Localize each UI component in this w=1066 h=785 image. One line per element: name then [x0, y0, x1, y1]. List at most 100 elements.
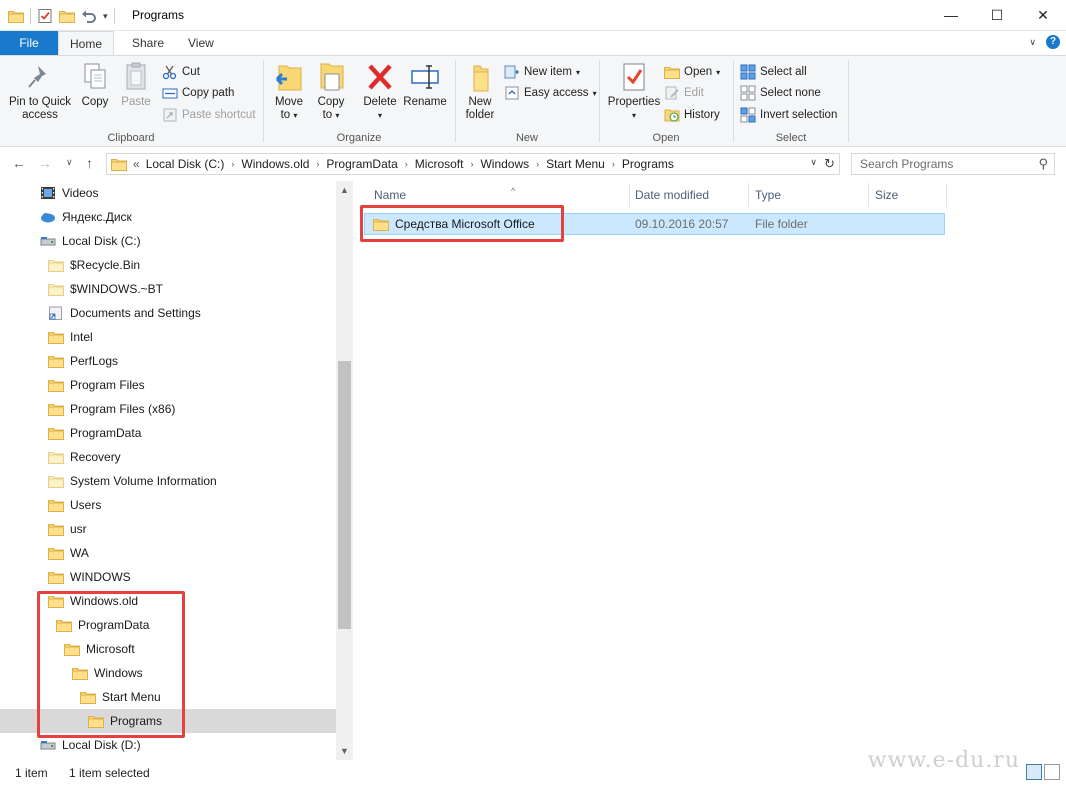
column-divider[interactable] — [629, 183, 630, 207]
breadcrumb-overflow[interactable]: « — [133, 157, 140, 171]
breadcrumb-windows-old[interactable]: Windows.old — [241, 157, 309, 171]
nav-tree-item[interactable]: Local Disk (D:) — [0, 733, 336, 757]
column-divider[interactable] — [946, 183, 947, 207]
address-dropdown-icon[interactable]: ∨ — [810, 157, 817, 168]
nav-tree-item[interactable]: usr — [0, 517, 336, 541]
nav-tree-item[interactable]: Microsoft — [0, 637, 336, 661]
scrollbar-thumb[interactable] — [338, 361, 351, 629]
new-item-label: New item — [524, 66, 572, 78]
new-folder-button[interactable]: New folder — [460, 60, 500, 122]
nav-tree-item[interactable]: Windows.old — [0, 589, 336, 613]
nav-tree-item[interactable]: System Volume Information — [0, 469, 336, 493]
breadcrumb-windows[interactable]: Windows — [480, 157, 529, 171]
help-icon[interactable]: ? — [1046, 35, 1060, 49]
nav-tree-item[interactable]: Videos — [0, 181, 336, 205]
nav-tree-item[interactable]: WA — [0, 541, 336, 565]
breadcrumb-programdata[interactable]: ProgramData — [326, 157, 397, 171]
search-box[interactable]: Search Programs ⚲ — [851, 153, 1055, 175]
chevron-right-icon[interactable]: › — [612, 159, 615, 169]
tab-file[interactable]: File — [0, 31, 58, 55]
easy-access-button[interactable]: Easy access ▾ — [504, 83, 597, 103]
nav-tree-label: System Volume Information — [70, 474, 217, 488]
history-button[interactable]: History — [664, 105, 720, 125]
paste-shortcut-button[interactable]: Paste shortcut — [162, 105, 256, 125]
select-all-button[interactable]: Select all — [740, 62, 807, 82]
nav-tree-item[interactable]: Users — [0, 493, 336, 517]
copy-path-button[interactable]: Copy path — [162, 83, 234, 103]
undo-icon[interactable] — [81, 8, 97, 24]
maximize-button[interactable]: ☐ — [974, 0, 1020, 30]
nav-tree-item[interactable]: Local Disk (C:) — [0, 229, 336, 253]
column-header-name[interactable]: ^ Name — [374, 181, 629, 207]
properties-icon[interactable] — [37, 8, 53, 24]
nav-tree-item[interactable]: Windows — [0, 661, 336, 685]
nav-tree-item[interactable]: Start Menu — [0, 685, 336, 709]
breadcrumb-microsoft[interactable]: Microsoft — [415, 157, 464, 171]
breadcrumb-local-disk[interactable]: Local Disk (C:) — [146, 157, 225, 171]
select-none-button[interactable]: Select none — [740, 83, 821, 103]
copy-to-button[interactable]: Copy to ▾ — [312, 60, 350, 122]
nav-tree-item[interactable]: $WINDOWS.~BT — [0, 277, 336, 301]
details-view-icon[interactable] — [1026, 764, 1042, 780]
nav-tree-item[interactable]: Recovery — [0, 445, 336, 469]
file-row[interactable]: Средства Microsoft Office 09.10.2016 20:… — [364, 213, 945, 235]
edit-button[interactable]: Edit — [664, 83, 704, 103]
new-folder-icon[interactable] — [59, 8, 75, 24]
nav-tree-item[interactable]: Яндекс.Диск — [0, 205, 336, 229]
breadcrumb-programs[interactable]: Programs — [622, 157, 674, 171]
nav-tree-item[interactable]: WINDOWS — [0, 565, 336, 589]
large-icons-view-icon[interactable] — [1044, 764, 1060, 780]
paste-shortcut-label: Paste shortcut — [182, 109, 256, 121]
properties-button[interactable]: Properties ▾ — [604, 60, 664, 122]
customize-toolbar-icon[interactable]: ▾ — [103, 11, 108, 22]
recent-locations-icon[interactable]: ∨ — [66, 157, 73, 168]
tab-home[interactable]: Home — [58, 31, 114, 56]
nav-tree-item[interactable]: Intel — [0, 325, 336, 349]
nav-tree-item[interactable]: Program Files — [0, 373, 336, 397]
scroll-down-icon[interactable]: ▼ — [336, 746, 353, 756]
new-item-button[interactable]: New item ▾ — [504, 62, 580, 82]
chevron-right-icon[interactable]: › — [405, 159, 408, 169]
tab-view[interactable]: View — [176, 31, 226, 55]
pin-label-line2: access — [22, 109, 58, 121]
expand-ribbon-icon[interactable]: ∨ — [1029, 37, 1036, 48]
scroll-up-icon[interactable]: ▲ — [336, 185, 353, 195]
column-header-type[interactable]: Type — [755, 181, 867, 207]
folder-icon — [56, 618, 72, 632]
column-divider[interactable] — [748, 183, 749, 207]
nav-tree-item[interactable]: ProgramData — [0, 613, 336, 637]
back-arrow-icon[interactable]: ← — [12, 155, 26, 171]
close-button[interactable]: ✕ — [1020, 0, 1066, 30]
tab-share[interactable]: Share — [120, 31, 176, 55]
copy-button[interactable]: Copy — [76, 60, 114, 109]
nav-tree-item[interactable]: Documents and Settings — [0, 301, 336, 325]
cut-button[interactable]: Cut — [162, 62, 200, 82]
refresh-icon[interactable]: ↻ — [824, 156, 835, 172]
move-to-button[interactable]: Move to ▾ — [270, 60, 308, 122]
paste-button[interactable]: Paste — [116, 60, 156, 109]
breadcrumb-start-menu[interactable]: Start Menu — [546, 157, 605, 171]
nav-tree-item[interactable]: ProgramData — [0, 421, 336, 445]
address-bar[interactable]: « Local Disk (C:) › Windows.old › Progra… — [106, 153, 840, 175]
forward-arrow-icon[interactable]: → — [38, 155, 52, 171]
chevron-right-icon[interactable]: › — [316, 159, 319, 169]
open-button[interactable]: Open ▾ — [664, 62, 720, 82]
minimize-button[interactable]: — — [928, 0, 974, 30]
pin-to-quick-access-button[interactable]: Pin to Quick access — [6, 60, 74, 122]
nav-tree-item[interactable]: $Recycle.Bin — [0, 253, 336, 277]
chevron-right-icon[interactable]: › — [536, 159, 539, 169]
rename-button[interactable]: Rename — [402, 60, 448, 109]
nav-tree-item[interactable]: PerfLogs — [0, 349, 336, 373]
column-divider[interactable] — [868, 183, 869, 207]
column-header-date[interactable]: Date modified — [635, 181, 747, 207]
delete-button[interactable]: Delete ▾ — [360, 60, 400, 122]
invert-selection-button[interactable]: Invert selection — [740, 105, 837, 125]
chevron-right-icon[interactable]: › — [231, 159, 234, 169]
nav-tree-item[interactable]: Program Files (x86) — [0, 397, 336, 421]
toolbar-divider — [30, 8, 31, 24]
nav-pane-scrollbar[interactable]: ▲ ▼ — [336, 181, 353, 760]
chevron-right-icon[interactable]: › — [470, 159, 473, 169]
up-arrow-icon[interactable]: ↑ — [86, 155, 93, 171]
nav-tree-item[interactable]: Programs — [0, 709, 336, 733]
column-header-size[interactable]: Size — [875, 181, 945, 207]
